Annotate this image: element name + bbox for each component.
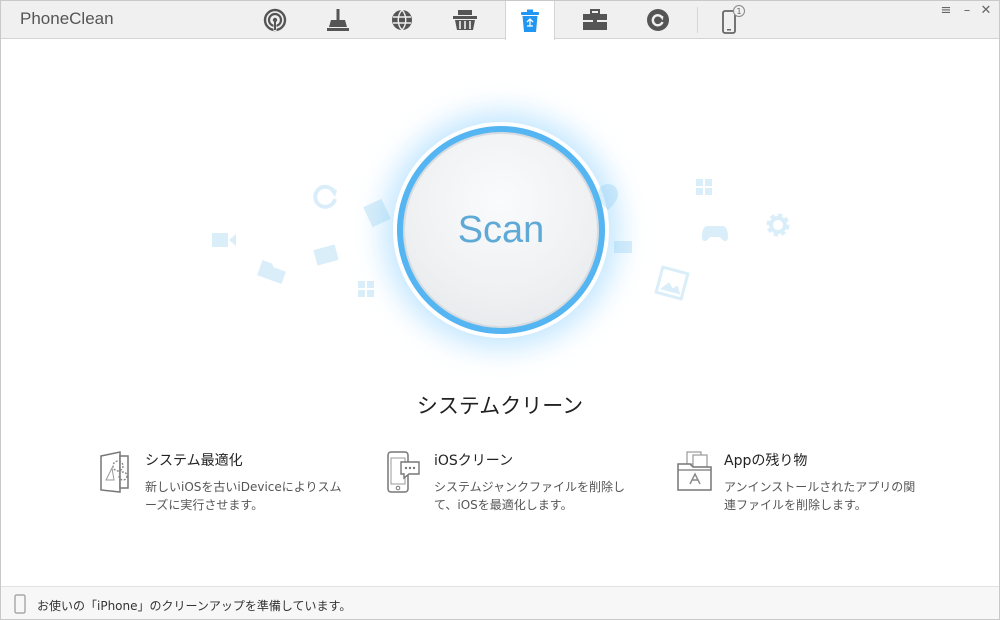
- picture-deco-icon: [654, 265, 690, 301]
- title-bar: PhoneClean 1 ≡ – ✕: [1, 1, 999, 40]
- small-card-deco-icon: [614, 241, 632, 253]
- app-title: PhoneClean: [20, 9, 114, 28]
- basket-icon: [453, 10, 477, 30]
- gamepad-deco-icon: [701, 226, 729, 242]
- ios-clean-icon: [387, 451, 420, 493]
- refresh-deco-icon: [313, 184, 337, 209]
- toolbox-icon: [583, 9, 607, 30]
- app-leftovers-icon: [677, 451, 712, 491]
- refresh-circle-icon: [647, 9, 669, 31]
- feature-desc: アンインストールされたアプリの関連ファイルを削除します。: [724, 480, 916, 512]
- windows-deco-icon-2: [696, 179, 712, 195]
- device-button[interactable]: 1: [707, 1, 757, 39]
- system-optimize-icon: [100, 451, 129, 493]
- wifi-target-icon: [263, 8, 287, 32]
- video-deco-icon: [212, 233, 236, 247]
- minimize-button[interactable]: –: [958, 3, 976, 19]
- feature-system-optimize: システム最適化 新しいiOSを古いiDeviceによりスムーズに実行させます。: [98, 446, 358, 526]
- tab-internet-clean[interactable]: [377, 1, 427, 39]
- close-button[interactable]: ✕: [977, 3, 995, 19]
- menu-button[interactable]: ≡: [937, 3, 955, 19]
- status-text: お使いの「iPhone」のクリーンアップを準備しています。: [37, 599, 352, 613]
- section-title: システムクリーン: [416, 394, 584, 418]
- recycle-bin-icon: [521, 9, 539, 32]
- phone-status-icon: [14, 594, 26, 614]
- globe-icon: [392, 9, 412, 31]
- iphone-device-icon: 1: [722, 5, 745, 34]
- feature-title: iOSクリーン: [434, 453, 514, 469]
- tab-silent-clean[interactable]: [633, 1, 683, 39]
- tab-privacy-clean[interactable]: [440, 1, 490, 39]
- card-deco-icon: [313, 244, 339, 266]
- tab-quick-clean[interactable]: [250, 1, 300, 39]
- app-window: PhoneClean 1 ≡ – ✕ Scan システムクリーン システム最適化…: [0, 0, 1000, 620]
- scan-label: Scan: [457, 208, 545, 251]
- windows-deco-icon: [358, 281, 374, 297]
- main-panel: Scan システムクリーン システム最適化 新しいiOSを古いiDeviceによ…: [1, 40, 999, 586]
- feature-ios-clean: iOSクリーン システムジャンクファイルを削除して、iOSを最適化します。: [387, 446, 647, 526]
- feature-title: システム最適化: [145, 453, 243, 469]
- scan-ring: Scan: [397, 126, 605, 334]
- feature-title: Appの残り物: [724, 453, 808, 469]
- broom-icon: [327, 9, 349, 31]
- tab-deep-clean[interactable]: [313, 1, 363, 39]
- gear-deco-icon: [766, 213, 790, 237]
- feature-desc: システムジャンクファイルを削除して、iOSを最適化します。: [434, 480, 626, 512]
- tab-system-clean[interactable]: [505, 1, 555, 40]
- tab-divider: [697, 7, 698, 33]
- feature-app-leftovers: Appの残り物 アンインストールされたアプリの関連ファイルを削除します。: [677, 446, 937, 526]
- device-badge: 1: [736, 7, 741, 16]
- feature-desc: 新しいiOSを古いiDeviceによりスムーズに実行させます。: [145, 480, 342, 512]
- scan-button[interactable]: Scan: [403, 132, 599, 328]
- folder-deco-icon: [257, 260, 286, 284]
- status-bar: お使いの「iPhone」のクリーンアップを準備しています。: [1, 586, 999, 619]
- tab-toolbox[interactable]: [570, 1, 620, 39]
- document-deco-icon: [363, 198, 391, 228]
